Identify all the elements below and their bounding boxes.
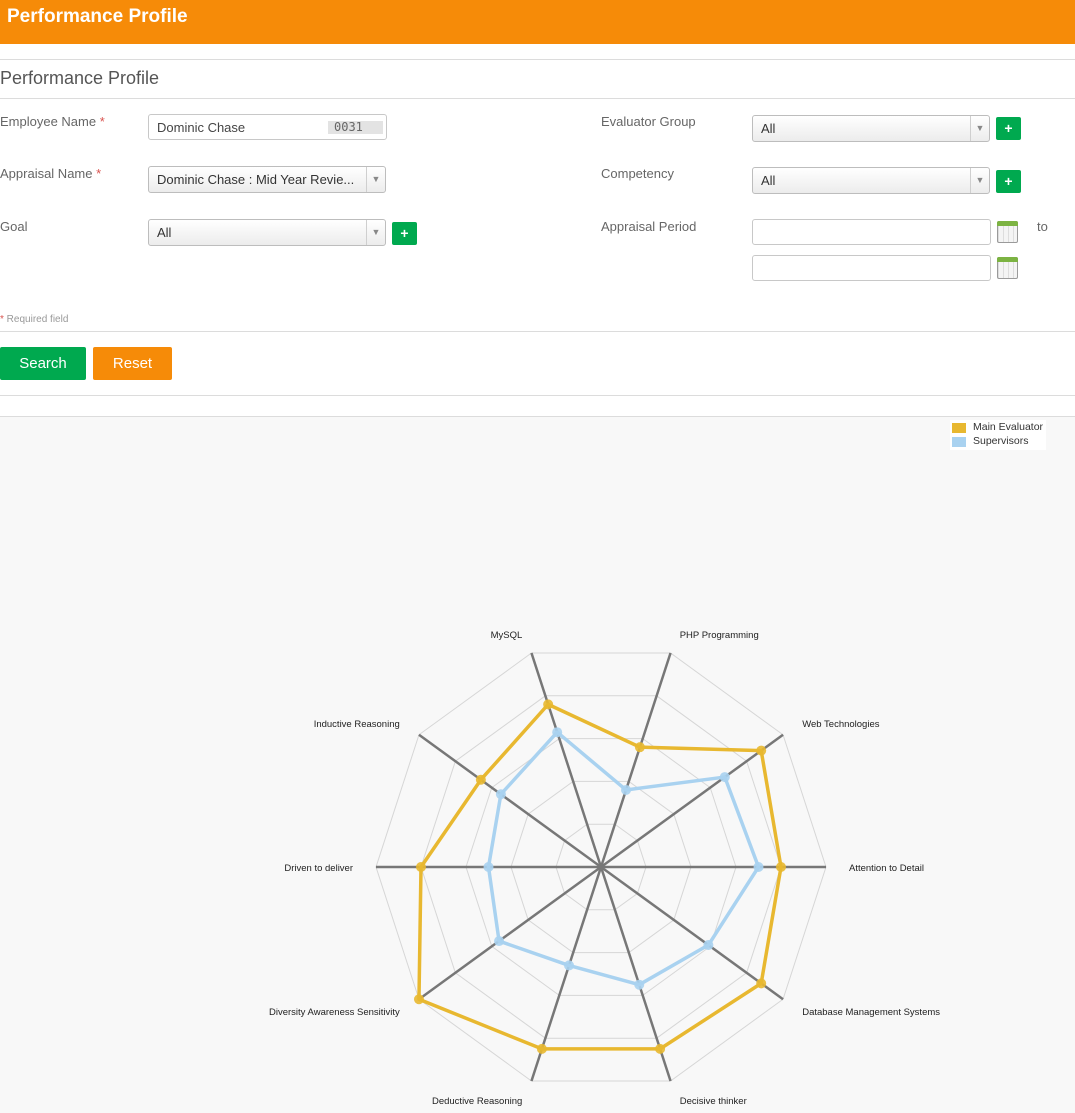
goal-value: All — [157, 225, 172, 240]
chevron-down-icon[interactable]: ▼ — [970, 116, 989, 141]
add-goal-button[interactable]: + — [392, 222, 417, 245]
divider — [0, 98, 1075, 99]
evaluator-group-label: Evaluator Group — [601, 114, 696, 129]
legend-swatch — [952, 423, 966, 433]
required-note-text: Required field — [3, 314, 69, 325]
divider — [0, 331, 1075, 332]
employee-id-badge: 0031 — [328, 121, 383, 134]
evaluator-group-value: All — [761, 121, 776, 136]
chevron-down-icon[interactable]: ▼ — [970, 168, 989, 193]
appraisal-period-from-input[interactable] — [752, 219, 991, 245]
appraisal-period-label: Appraisal Period — [601, 219, 697, 234]
required-mark: * — [99, 114, 105, 129]
appraisal-name-value: Dominic Chase : Mid Year Revie... — [157, 172, 355, 187]
appraisal-name-select[interactable]: Dominic Chase : Mid Year Revie... ▼ — [148, 166, 386, 193]
employee-name-label-text: Employee Name — [0, 114, 97, 129]
divider — [0, 395, 1075, 396]
top-header-bar: Performance Profile — [0, 0, 1075, 44]
legend-swatch — [952, 437, 966, 447]
required-mark: * — [96, 166, 102, 181]
period-to-label: to — [1037, 219, 1048, 234]
chart-area — [0, 417, 1075, 1113]
search-button[interactable]: Search — [0, 347, 86, 380]
appraisal-period-to-input[interactable] — [752, 255, 991, 281]
divider — [0, 59, 1075, 60]
page-title: Performance Profile — [0, 68, 160, 88]
competency-select[interactable]: All ▼ — [752, 167, 990, 194]
add-evaluator-group-button[interactable]: + — [996, 117, 1021, 140]
add-competency-button[interactable]: + — [996, 170, 1021, 193]
divider — [0, 416, 1075, 417]
competency-label: Competency — [601, 166, 674, 181]
chevron-down-icon[interactable]: ▼ — [366, 220, 385, 245]
goal-select[interactable]: All ▼ — [148, 219, 386, 246]
legend-label: Main Evaluator — [973, 421, 1044, 433]
goal-label: Goal — [0, 219, 28, 234]
chart-legend: Main Evaluator Supervisors — [950, 420, 1046, 450]
employee-name-label: Employee Name * — [0, 114, 105, 129]
appraisal-name-label: Appraisal Name * — [0, 166, 101, 181]
calendar-icon[interactable] — [997, 221, 1018, 243]
required-field-note: * Required field — [0, 314, 68, 325]
appraisal-name-label-text: Appraisal Name — [0, 166, 93, 181]
employee-name-value: Dominic Chase — [157, 120, 246, 135]
competency-value: All — [761, 173, 776, 188]
calendar-icon[interactable] — [997, 257, 1018, 279]
evaluator-group-select[interactable]: All ▼ — [752, 115, 990, 142]
app-title: Performance Profile — [7, 6, 188, 27]
legend-label: Supervisors — [973, 435, 1029, 447]
chevron-down-icon[interactable]: ▼ — [366, 167, 385, 192]
reset-button[interactable]: Reset — [93, 347, 172, 380]
